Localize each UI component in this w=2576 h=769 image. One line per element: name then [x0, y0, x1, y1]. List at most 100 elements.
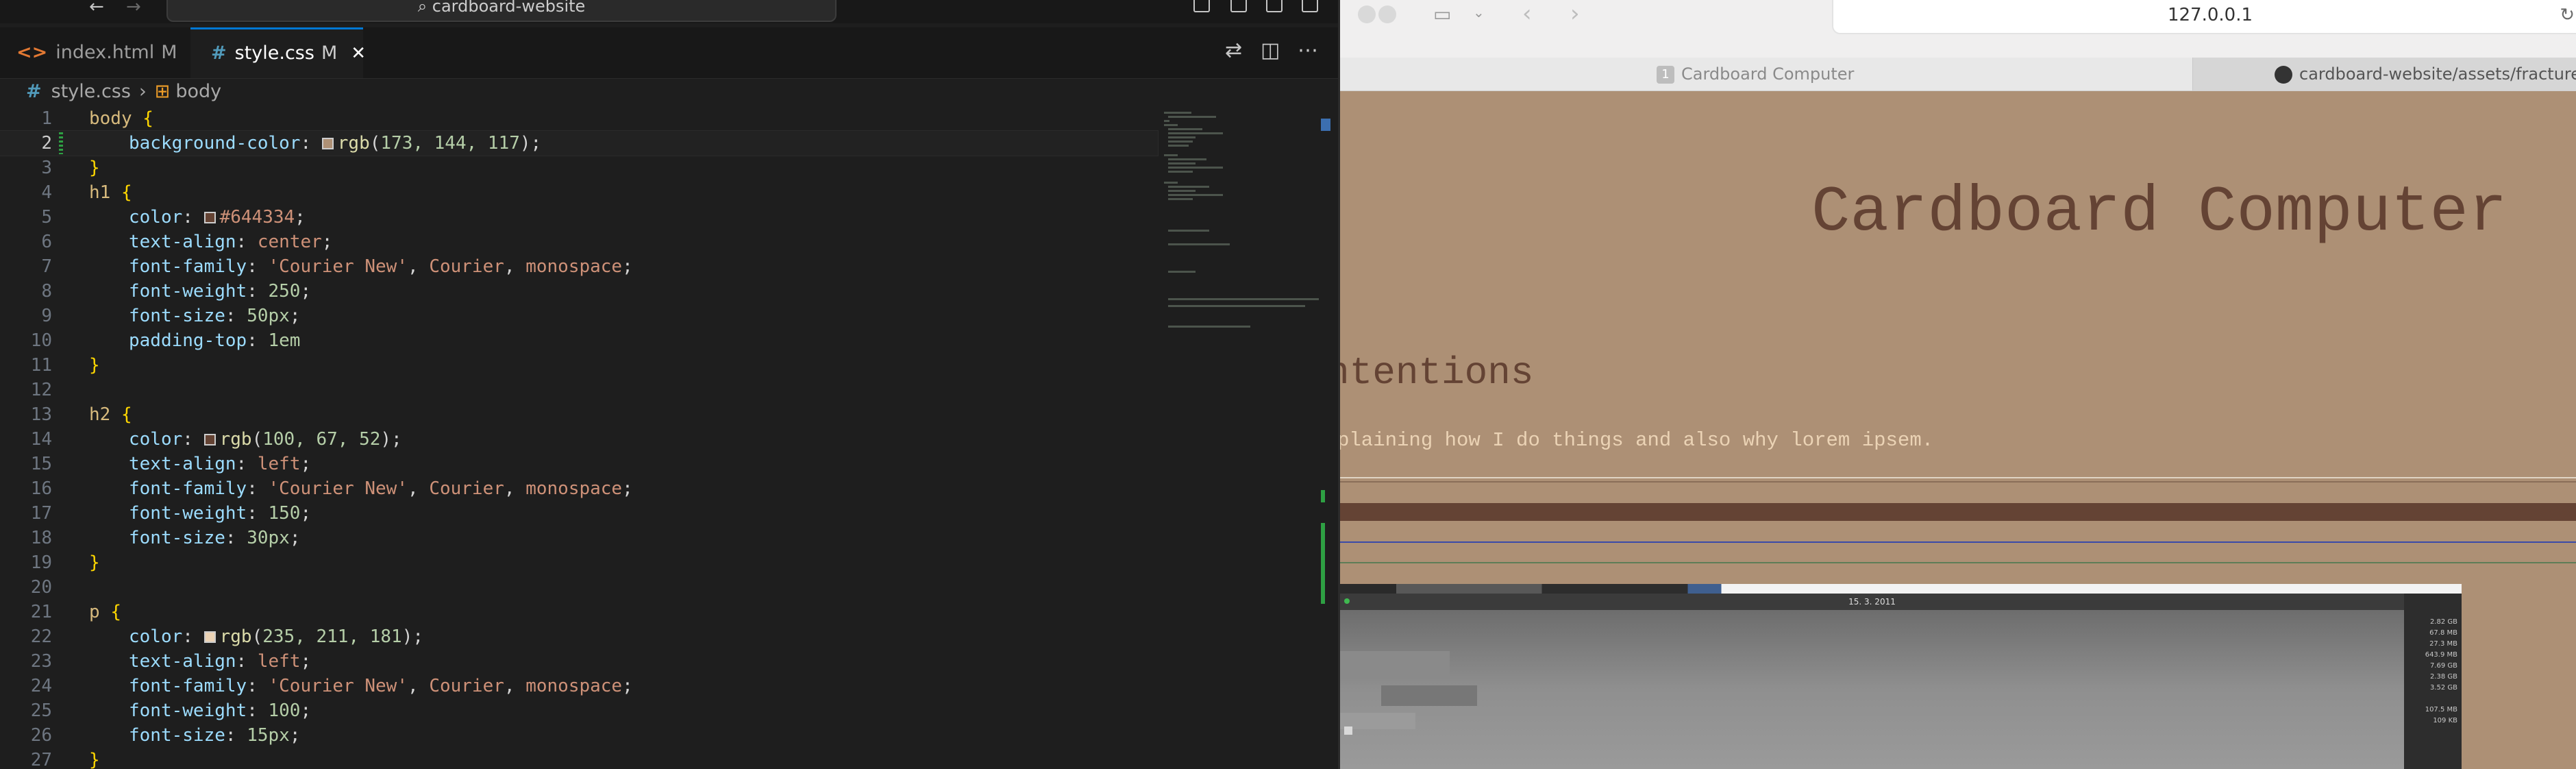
code-line: 3} — [41, 158, 100, 178]
browser-window: ▭ ⌄ ‹ › 127.0.0.1 ↻ 1 Cardboard Computer … — [1340, 0, 2576, 769]
customize-layout-icon[interactable] — [1302, 0, 1318, 12]
line-number: 1 — [41, 108, 52, 129]
color-swatch[interactable] — [203, 631, 216, 643]
code-line: 5 color: #644334; — [41, 207, 306, 228]
window-minimize-dot[interactable] — [1358, 5, 1376, 23]
divider-band — [1340, 503, 2576, 521]
open-changes-icon[interactable]: ⇄ — [1225, 38, 1242, 62]
chevron-right-icon: › — [138, 81, 147, 102]
status-dot — [1344, 598, 1350, 604]
chevron-down-icon[interactable]: ⌄ — [1473, 4, 1485, 21]
window-zoom-dot[interactable] — [1378, 5, 1396, 23]
command-center-search[interactable]: ⌕ cardboard-website — [166, 0, 837, 22]
section-paragraph: plaining how I do things and also why lo… — [1340, 429, 1934, 452]
editor-tabbar: <> index.html M # style.css M ✕ ⇄ ◫ ⋯ — [0, 27, 1339, 79]
code-line: 23 text-align: left; — [30, 651, 312, 672]
css-file-icon: # — [211, 42, 227, 64]
embedded-window: 15. 3. 2011 — [1340, 594, 2404, 769]
editor-titlebar: ← → ⌕ cardboard-website — [0, 0, 1339, 23]
color-swatch[interactable] — [321, 138, 334, 149]
modified-badge: M — [161, 42, 177, 63]
code-line: 14 color: rgb(100, 67, 52); — [30, 429, 402, 450]
code-line: 12 — [30, 380, 52, 400]
code-line: 22 color: rgb(235, 211, 181); — [30, 626, 424, 647]
browser-tab-github[interactable]: cardboard-website/assets/fractured-s — [2275, 58, 2576, 90]
code-line: 6 text-align: center; — [41, 232, 333, 252]
code-line: 9 font-size: 50px; — [41, 306, 301, 326]
address-bar[interactable]: 127.0.0.1 ↻ — [1832, 0, 2576, 34]
code-line: 26 font-size: 15px; — [30, 725, 301, 746]
browser-tab-cardboard-computer[interactable]: 1 Cardboard Computer — [1657, 58, 1854, 90]
browser-toolbar: ▭ ⌄ ‹ › 127.0.0.1 ↻ — [1340, 0, 2576, 58]
code-area[interactable]: 1 body { 2 background-color: rgb(173, 144,… — [0, 106, 1159, 769]
code-line: 13 h2 { — [30, 404, 132, 425]
divider-line — [1340, 477, 2576, 478]
tab-label: style.css — [234, 42, 314, 64]
sidebar-toggle-icon[interactable]: ▭ — [1433, 3, 1451, 25]
code-line-current: 2 background-color: rgb(173, 144, 117); — [0, 130, 1159, 156]
code-line: 16 font-family: 'Courier New', Courier, m… — [30, 478, 633, 499]
tab-favicon: 1 — [1657, 66, 1674, 84]
back-arrow-icon[interactable]: ← — [89, 0, 104, 16]
embedded-glitch-image — [1340, 610, 2404, 769]
forward-icon[interactable]: › — [1570, 0, 1580, 27]
code-line: 25 font-weight: 100; — [30, 700, 312, 721]
minimap[interactable] — [1161, 106, 1322, 769]
more-actions-icon[interactable]: ⋯ — [1298, 38, 1318, 62]
code-editor: ← → ⌕ cardboard-website <> index.html M # s… — [0, 0, 1339, 769]
embedded-file-panel: 2.82 GB 67.8 MB 27.3 MB 643.9 MB 7.69 GB… — [2404, 594, 2462, 769]
code-line: 17 font-weight: 150; — [30, 503, 312, 524]
code-line: 10 padding-top: 1em — [30, 330, 301, 351]
workspace-name: cardboard-website — [432, 0, 586, 16]
page-title: Cardboard Computer — [1811, 177, 2507, 249]
code-line: 18 font-size: 30px; — [30, 528, 301, 548]
breadcrumb: # style.css › ⊞ body — [26, 78, 221, 106]
embedded-top-strip — [1340, 584, 2462, 594]
search-icon: ⌕ — [417, 0, 432, 16]
code-line: 20 — [30, 577, 52, 598]
divider-line — [1340, 562, 2576, 563]
color-swatch[interactable] — [203, 434, 216, 445]
tab-label: index.html — [55, 42, 155, 63]
toggle-secondary-sidebar-icon[interactable] — [1266, 0, 1283, 12]
code-line: 24 font-family: 'Courier New', Courier, m… — [30, 676, 633, 696]
url-text: 127.0.0.1 — [2167, 5, 2253, 25]
code-line: 27} — [30, 750, 100, 769]
reload-icon[interactable]: ↻ — [2560, 0, 2575, 30]
breadcrumb-file[interactable]: style.css — [51, 81, 131, 102]
github-icon — [2275, 66, 2292, 84]
code-line: 15 text-align: left; — [30, 454, 312, 474]
section-heading: ntentions — [1340, 351, 1534, 395]
tab-style-css[interactable]: # style.css M ✕ — [190, 27, 366, 78]
tab-label: cardboard-website/assets/fractured-s — [2299, 64, 2576, 84]
code-line: 11} — [30, 355, 100, 376]
breadcrumb-symbol[interactable]: body — [175, 81, 221, 102]
html-file-icon: <> — [16, 42, 48, 63]
modified-badge: M — [321, 42, 338, 64]
code-line: 4 h1 { — [41, 182, 132, 203]
color-swatch[interactable] — [203, 212, 216, 223]
browser-tabbar: 1 Cardboard Computer cardboard-website/as… — [1340, 58, 2576, 91]
split-editor-icon[interactable]: ◫ — [1261, 38, 1280, 62]
vertical-scrollbar[interactable] — [1321, 106, 1330, 769]
code-line: 21 p { — [30, 602, 121, 622]
toggle-panel-icon[interactable] — [1230, 0, 1247, 12]
forward-arrow-icon[interactable]: → — [126, 0, 141, 16]
back-icon[interactable]: ‹ — [1522, 0, 1532, 27]
css-file-icon: # — [26, 81, 42, 102]
change-marker — [59, 132, 63, 154]
code-line: 19} — [30, 552, 100, 573]
code-line: 8 font-weight: 250; — [41, 281, 312, 302]
symbol-icon: ⊞ — [154, 81, 171, 102]
divider-line — [1340, 541, 2576, 543]
code-line: 1 body { — [0, 106, 1158, 131]
code-line: 7 font-family: 'Courier New', Courier, mo… — [41, 256, 633, 277]
line-number: 2 — [41, 133, 52, 154]
embedded-screenshot: 15. 3. 2011 2.82 GB 67.8 MB 27.3 MB 643.… — [1340, 584, 2462, 769]
close-icon[interactable]: ✕ — [351, 43, 366, 64]
tab-label: Cardboard Computer — [1681, 64, 1855, 84]
embedded-window-title: 15. 3. 2011 — [1340, 594, 2404, 610]
tab-index-html[interactable]: <> index.html M — [16, 27, 188, 78]
toggle-primary-sidebar-icon[interactable] — [1193, 0, 1210, 12]
divider-line — [1340, 481, 2576, 483]
